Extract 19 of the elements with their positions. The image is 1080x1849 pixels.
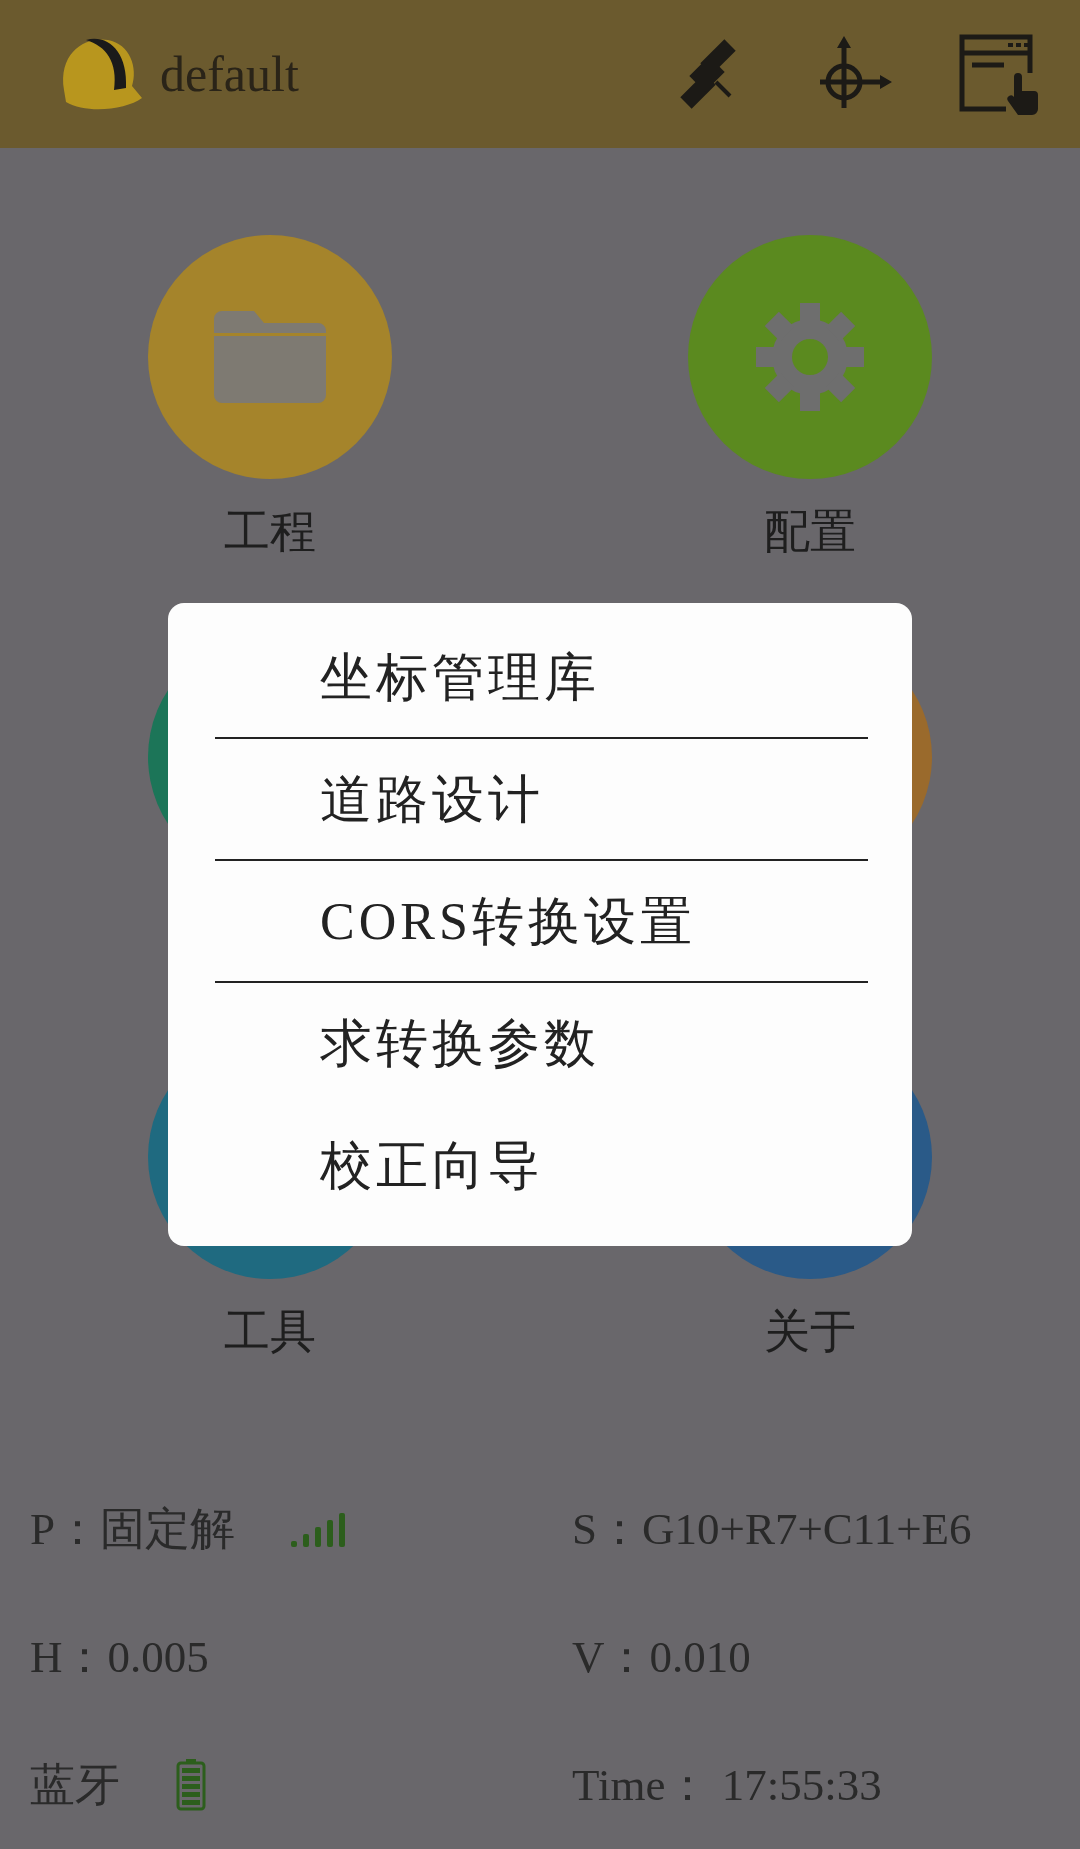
gear-icon — [754, 301, 866, 413]
module-label: 配置 — [764, 505, 856, 559]
menu-item[interactable]: 坐标管理库 — [168, 617, 912, 739]
status-text: H：0.005 — [30, 1631, 209, 1684]
status-text: Time： 17:55:33 — [572, 1759, 882, 1812]
module-label: 工程 — [224, 505, 316, 559]
menu-item[interactable]: 校正向导 — [168, 1105, 912, 1227]
status-text: P：固定解 — [30, 1503, 236, 1556]
menu-item[interactable]: 道路设计 — [168, 739, 912, 861]
status-text: S：G10+R7+C11+E6 — [572, 1503, 972, 1556]
menu-item[interactable]: CORS转换设置 — [168, 861, 912, 983]
folder-icon — [214, 311, 326, 403]
status-text: 蓝牙 — [30, 1759, 120, 1812]
module-label: 工具 — [224, 1305, 316, 1359]
project-name: default — [160, 45, 300, 103]
module-label: 关于 — [764, 1305, 856, 1359]
battery-icon — [176, 1759, 206, 1811]
status-text: V：0.010 — [572, 1631, 751, 1684]
menu-item[interactable]: 求转换参数 — [168, 983, 912, 1105]
